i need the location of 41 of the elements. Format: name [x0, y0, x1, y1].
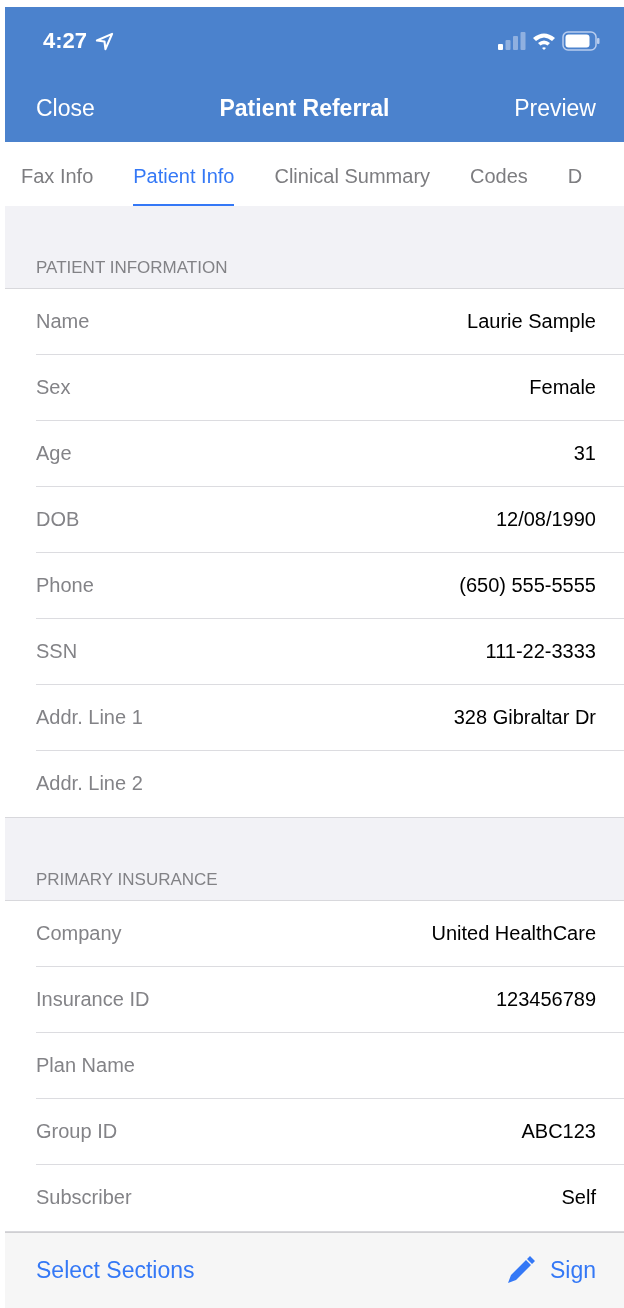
field-label: Group ID — [36, 1119, 118, 1143]
select-sections-button[interactable]: Select Sections — [36, 1256, 195, 1284]
tab[interactable]: Codes — [470, 142, 528, 206]
field-label: Phone — [36, 573, 94, 597]
section-header: PATIENT INFORMATION — [36, 257, 228, 278]
field-label: Plan Name — [36, 1053, 135, 1077]
field-label: Name — [36, 309, 90, 333]
screen-title: Patient Referral — [219, 95, 390, 122]
tab[interactable]: Clinical Summary — [274, 142, 431, 206]
battery-icon — [562, 31, 600, 51]
field-label: Insurance ID — [36, 987, 150, 1011]
field-label: Company — [36, 921, 122, 945]
pen-icon — [505, 1255, 536, 1286]
field-value: 12/08/1990 — [495, 507, 596, 531]
location-arrow-icon — [95, 31, 115, 51]
field-label: SSN — [36, 639, 78, 663]
field-label: Addr. Line 2 — [36, 772, 143, 796]
field-label: Age — [36, 441, 72, 465]
field-label: Addr. Line 1 — [36, 705, 143, 729]
wifi-icon — [532, 32, 556, 50]
section-header: PRIMARY INSURANCE — [36, 869, 218, 890]
field-label: DOB — [36, 507, 80, 531]
field-value: Laurie Sample — [467, 309, 596, 333]
preview-button[interactable]: Preview — [514, 95, 596, 122]
field-value: Female — [529, 375, 596, 399]
field-value: 328 Gibraltar Dr — [453, 705, 596, 729]
field-value: 111-22-3333 — [485, 639, 596, 663]
field-value: 31 — [573, 441, 596, 465]
tab[interactable]: D — [567, 142, 583, 206]
signal-icon — [498, 32, 526, 50]
status-time: 4:27 — [43, 28, 88, 54]
tab[interactable]: Fax Info — [21, 142, 94, 206]
field-value: 123456789 — [495, 987, 596, 1011]
field-label: Subscriber — [36, 1186, 132, 1210]
sign-button[interactable]: Sign — [549, 1256, 596, 1284]
field-value: Self — [561, 1186, 596, 1210]
field-value: (650) 555-5555 — [459, 573, 596, 597]
field-value: ABC123 — [521, 1119, 596, 1143]
close-button[interactable]: Close — [36, 95, 95, 122]
field-label: Sex — [36, 375, 71, 399]
field-value: United HealthCare — [431, 921, 596, 945]
